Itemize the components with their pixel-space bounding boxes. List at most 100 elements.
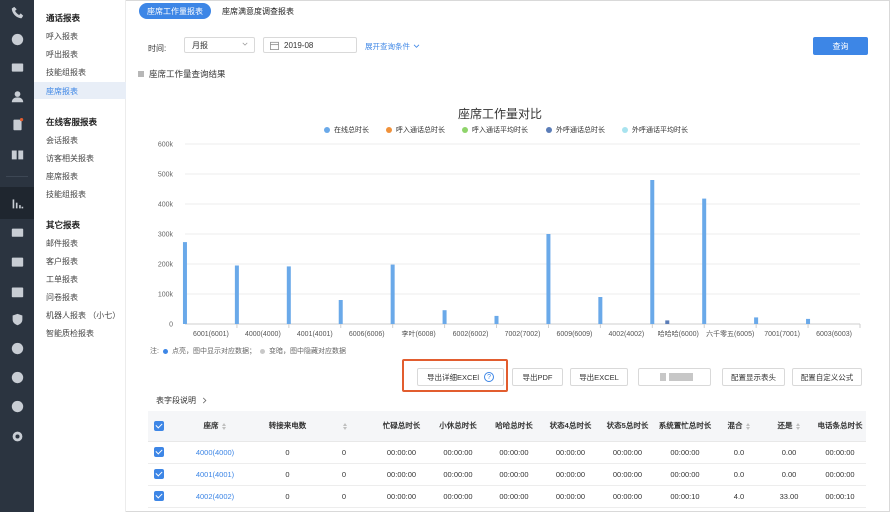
legend-item[interactable]: 在线总时长: [324, 125, 369, 135]
select-all-checkbox[interactable]: [148, 411, 170, 442]
x-tick-label: 6006(6006): [349, 331, 385, 338]
x-tick-label: 李叶(6008): [402, 329, 436, 338]
nav-item-customer[interactable]: 客户报表: [46, 256, 78, 267]
nav-item-inbound[interactable]: 呼入报表: [46, 31, 78, 42]
table-row: 4000(4000) 0 0 00:00:00 00:00:00 00:00:00 00:0…: [148, 441, 866, 464]
config-header-button[interactable]: 配置显示表头: [722, 368, 785, 386]
table-cell: 00:00:00: [486, 463, 542, 486]
legend-item[interactable]: 呼入通话总时长: [386, 125, 445, 135]
agent-link[interactable]: 4001(4001): [170, 463, 260, 486]
compass-icon[interactable]: [9, 398, 25, 414]
col-agent[interactable]: 座席: [170, 411, 260, 442]
nav-item-online-agent[interactable]: 座席报表: [46, 171, 78, 182]
mail-icon[interactable]: [9, 59, 25, 75]
bar[interactable]: [650, 180, 655, 324]
bar[interactable]: [702, 198, 707, 324]
col-label: 混合: [727, 421, 743, 431]
chat-icon[interactable]: [9, 31, 25, 47]
legend-item[interactable]: 外呼通话总时长: [546, 125, 605, 135]
export-pdf-button[interactable]: 导出PDF: [512, 368, 563, 386]
col-haha[interactable]: 哈哈总时长: [486, 411, 542, 442]
col-mixed[interactable]: 混合: [714, 411, 764, 442]
col-label: 座席: [203, 421, 219, 431]
help-icon[interactable]: ?: [484, 372, 495, 382]
expand-filters-label: 展开查询条件: [365, 42, 410, 51]
field-description-label: 表字段说明: [156, 396, 196, 405]
chart-legend: 在线总时长 呼入通话总时长 呼入通话平均时长 外呼通话总时长 外呼通话平均时长: [0, 125, 890, 135]
export-detail-button[interactable]: 导出详细EXCEl ?: [417, 368, 504, 386]
nav-item-skill-group[interactable]: 技能组报表: [46, 67, 86, 78]
nav-item-outbound[interactable]: 呼出报表: [46, 49, 78, 60]
bar[interactable]: [598, 297, 603, 324]
bar[interactable]: [494, 315, 499, 324]
date-picker[interactable]: 2019-08: [263, 37, 357, 53]
export-detail-label: 导出详细EXCEl: [426, 372, 480, 382]
note-item-dim: 变暗，图中隐藏对应数据: [268, 348, 346, 355]
gear-icon[interactable]: [9, 428, 25, 444]
plus-circle-icon[interactable]: [9, 340, 25, 356]
col-system-busy[interactable]: 系统置忙总时长: [656, 411, 714, 442]
message-icon[interactable]: [9, 369, 25, 385]
agent-link[interactable]: 4000(4000): [170, 441, 260, 464]
row-checkbox[interactable]: [148, 485, 170, 508]
expand-filters-link[interactable]: 展开查询条件: [365, 41, 420, 52]
col-phone-bar[interactable]: 电话条总时长: [814, 411, 866, 442]
tab-workload[interactable]: 座席工作量报表: [139, 3, 211, 19]
col-haishi[interactable]: 还是: [764, 411, 814, 442]
table-cell: 0.0: [714, 463, 764, 486]
col-break[interactable]: 小休总时长: [430, 411, 486, 442]
nav-item-survey[interactable]: 问卷报表: [46, 292, 78, 303]
x-tick-label: 7001(7001): [764, 331, 800, 338]
bar[interactable]: [234, 265, 239, 325]
query-button[interactable]: 查询: [813, 37, 868, 55]
row-checkbox[interactable]: [148, 463, 170, 486]
pulse-icon[interactable]: [9, 254, 25, 270]
period-select[interactable]: 月报: [184, 37, 255, 53]
nav-item-quality[interactable]: 智能质检报表: [46, 328, 94, 339]
table-cell: 00:00:00: [430, 485, 486, 508]
agent-link[interactable]: 4002(4002): [170, 485, 260, 508]
bar[interactable]: [806, 318, 811, 324]
blurred-button[interactable]: [638, 368, 711, 386]
legend-item[interactable]: 外呼通话平均时长: [622, 125, 688, 135]
user-icon[interactable]: [9, 88, 25, 104]
export-excel-button[interactable]: 导出EXCEL: [570, 368, 628, 386]
nav-item-visitor[interactable]: 访客相关报表: [46, 153, 94, 164]
nav-item-agent[interactable]: 座席报表: [46, 86, 78, 97]
book-icon[interactable]: [9, 146, 25, 162]
tab-satisfaction[interactable]: 座席满意度调查报表: [222, 6, 294, 17]
legend-item[interactable]: 呼入通话平均时长: [462, 125, 528, 135]
table-cell: 00:00:00: [430, 463, 486, 486]
bar[interactable]: [338, 300, 343, 324]
nav-item-online-skill[interactable]: 技能组报表: [46, 189, 86, 200]
x-tick-label: 4002(4002): [608, 331, 644, 338]
bar[interactable]: [390, 264, 395, 324]
report-bars-icon[interactable]: [9, 195, 25, 211]
config-formula-button[interactable]: 配置自定义公式: [792, 368, 862, 386]
col-state5[interactable]: 状态5总时长: [599, 411, 656, 442]
bar[interactable]: [286, 266, 291, 324]
calendar-icon[interactable]: [9, 283, 25, 299]
monitor-icon[interactable]: [9, 225, 25, 241]
col-state4[interactable]: 状态4总时长: [542, 411, 599, 442]
bar[interactable]: [546, 234, 551, 324]
nav-item-mail[interactable]: 邮件报表: [46, 238, 78, 249]
table-cell: 00:00:00: [656, 441, 714, 464]
bar[interactable]: [665, 320, 670, 324]
col-busy[interactable]: 忙碌总时长: [373, 411, 430, 442]
x-tick-label: 六千零五(6005): [706, 329, 754, 338]
col-transfer-in[interactable]: 转接来电数: [260, 411, 315, 442]
phone-icon[interactable]: [9, 4, 25, 20]
row-checkbox[interactable]: [148, 441, 170, 464]
nav-item-session[interactable]: 会话报表: [46, 135, 78, 146]
col-sortable[interactable]: [315, 411, 373, 442]
bar[interactable]: [182, 242, 187, 324]
shield-icon[interactable]: [9, 311, 25, 327]
nav-item-robot[interactable]: 机器人报表 （小七）: [46, 310, 120, 321]
bar[interactable]: [754, 317, 759, 324]
nav-item-ticket[interactable]: 工单报表: [46, 274, 78, 285]
field-description-link[interactable]: 表字段说明: [156, 395, 207, 406]
bar[interactable]: [442, 310, 447, 324]
note-prefix: 注:: [150, 348, 159, 355]
y-tick-label: 200k: [158, 262, 174, 269]
